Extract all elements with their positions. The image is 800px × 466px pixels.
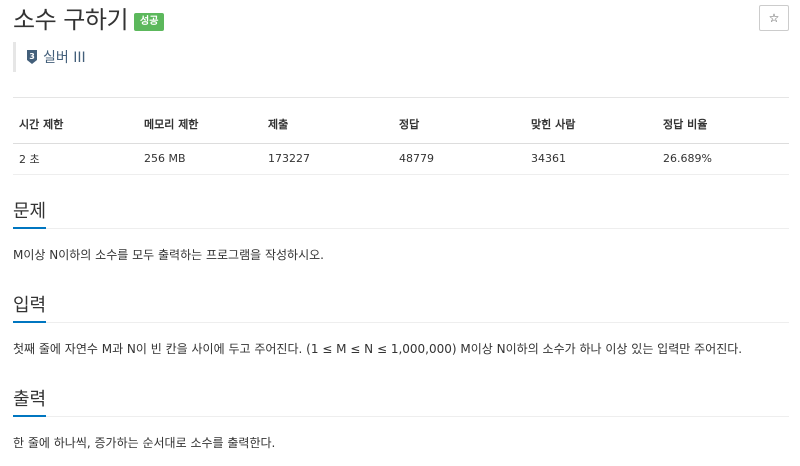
col-header-accepted: 정답	[393, 98, 525, 144]
col-header-solvers: 맞힌 사람	[525, 98, 657, 144]
stats-header-row: 시간 제한 메모리 제한 제출 정답 맞힌 사람 정답 비율	[13, 98, 789, 144]
memory-limit-value: 256 MB	[138, 143, 262, 175]
problem-description: M이상 N이하의 소수를 모두 출력하는 프로그램을 작성하시오.	[13, 248, 324, 262]
col-header-time-limit: 시간 제한	[13, 98, 138, 144]
stats-value-row: 2 초 256 MB 173227 48779 34361 26.689%	[13, 143, 789, 175]
section-underline	[13, 227, 46, 229]
problem-stats-table: 시간 제한 메모리 제한 제출 정답 맞힌 사람 정답 비율 2 초 256 M…	[13, 97, 789, 175]
section-underline	[13, 321, 46, 323]
solvers-value[interactable]: 34361	[525, 143, 657, 175]
problem-section-title: 문제	[13, 201, 47, 222]
tier-number: 3	[29, 52, 35, 61]
output-description: 한 줄에 하나씩, 증가하는 순서대로 소수를 출력한다.	[13, 436, 276, 450]
problem-page: 소수 구하기 성공 ☆ 3 실버 III 시간 제한 메모리 제한 제출 정답 …	[0, 0, 800, 466]
problem-section: 문제 M이상 N이하의 소수를 모두 출력하는 프로그램을 작성하시오.	[13, 200, 789, 264]
input-section-header: 입력	[13, 294, 789, 323]
page-title: 소수 구하기	[13, 6, 129, 34]
accepted-value[interactable]: 48779	[393, 143, 525, 175]
title-group: 소수 구하기 성공	[13, 6, 165, 34]
output-section-title: 출력	[13, 389, 47, 410]
submissions-value[interactable]: 173227	[262, 143, 393, 175]
star-icon: ☆	[768, 11, 780, 25]
problem-header: 소수 구하기 성공 ☆	[13, 0, 789, 42]
time-limit-value: 2 초	[13, 143, 138, 175]
col-header-memory-limit: 메모리 제한	[138, 98, 262, 144]
input-description: 첫째 줄에 자연수 M과 N이 빈 칸을 사이에 두고 주어진다. (1 ≤ M…	[13, 342, 743, 356]
tier-label: 실버 III	[43, 50, 86, 66]
input-section-title: 입력	[13, 295, 47, 316]
output-section-header: 출력	[13, 388, 789, 417]
problem-section-header: 문제	[13, 200, 789, 229]
tier-icon: 3	[26, 49, 38, 65]
col-header-submissions: 제출	[262, 98, 393, 144]
status-badge: 성공	[134, 13, 165, 31]
output-section: 출력 한 줄에 하나씩, 증가하는 순서대로 소수를 출력한다.	[13, 388, 789, 452]
tier-info: 3 실버 III	[13, 42, 86, 72]
section-underline	[13, 415, 46, 417]
accept-ratio-value: 26.689%	[657, 143, 789, 175]
col-header-accept-ratio: 정답 비율	[657, 98, 789, 144]
input-section: 입력 첫째 줄에 자연수 M과 N이 빈 칸을 사이에 두고 주어진다. (1 …	[13, 294, 789, 358]
favorite-button[interactable]: ☆	[759, 5, 789, 31]
